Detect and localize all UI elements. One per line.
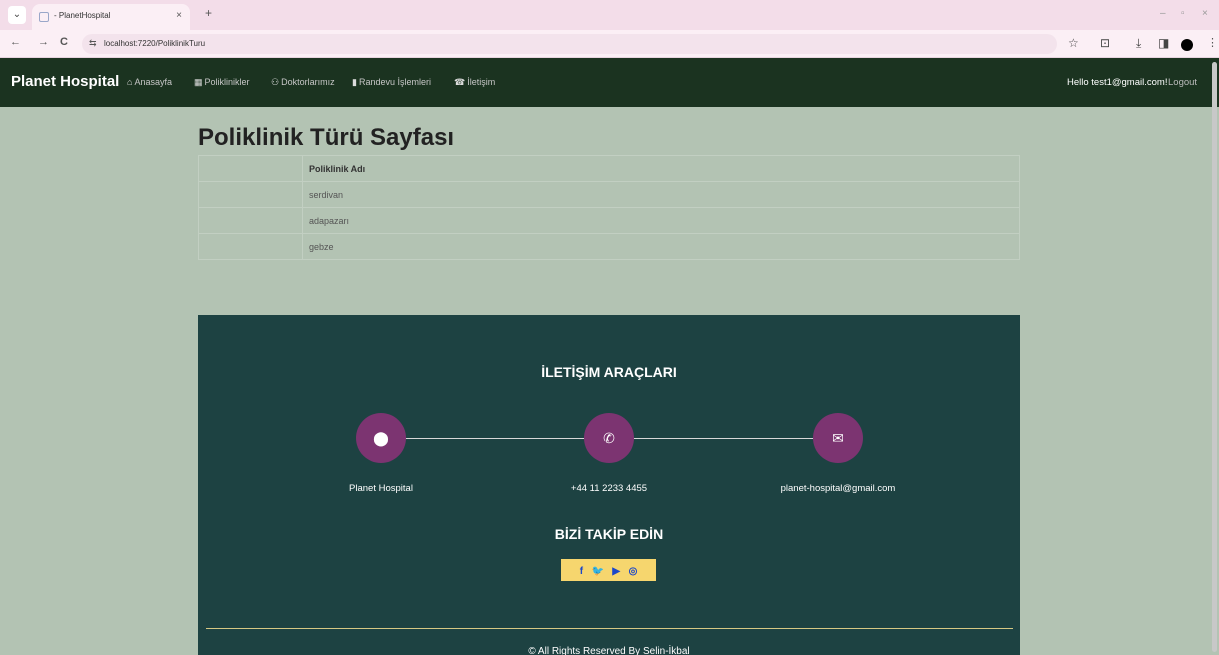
window-close-button[interactable]: × bbox=[1202, 8, 1208, 19]
phone-icon: ☎ bbox=[454, 77, 466, 87]
profile-avatar[interactable] bbox=[1181, 39, 1193, 51]
doctor-icon: ⚇ bbox=[271, 77, 280, 87]
table-cell bbox=[198, 181, 303, 208]
download-icon[interactable]: ⤓ bbox=[1136, 36, 1141, 51]
new-tab-button[interactable]: + bbox=[205, 6, 212, 20]
site-navbar: Planet Hospital ⌂ Anasayfa ▦ Poliklinikler… bbox=[0, 58, 1219, 107]
nav-label: Randevu İşlemleri bbox=[358, 77, 431, 87]
instagram-icon[interactable]: ◎ bbox=[629, 561, 638, 583]
site-footer: İLETİŞİM ARAÇLARI ⬤ ✆ ✉ Planet Hospital … bbox=[198, 315, 1020, 655]
tab-title: - PlanetHospital bbox=[54, 11, 111, 20]
extensions-icon[interactable]: ⊡ bbox=[1100, 36, 1110, 50]
tab-close-icon[interactable]: × bbox=[176, 10, 182, 21]
nav-poliklinikler[interactable]: ▦ Poliklinikler bbox=[194, 77, 250, 88]
nav-anasayfa[interactable]: ⌂ Anasayfa bbox=[127, 77, 172, 87]
table-cell-name: adapazarı bbox=[302, 207, 1020, 234]
facebook-icon[interactable]: f bbox=[580, 561, 583, 583]
restore-button[interactable]: ▫ bbox=[1181, 8, 1185, 19]
contact-address: Planet Hospital bbox=[349, 483, 413, 494]
browser-tab[interactable]: - PlanetHospital × bbox=[32, 4, 190, 30]
table-cell bbox=[198, 233, 303, 260]
brand-logo[interactable]: Planet Hospital bbox=[11, 73, 119, 90]
mail-icon: ✉ bbox=[813, 413, 863, 463]
youtube-icon[interactable]: ▶ bbox=[612, 561, 620, 583]
nav-label: Doktorlarımız bbox=[281, 77, 335, 87]
minimize-button[interactable]: – bbox=[1160, 8, 1166, 19]
back-icon[interactable]: ← bbox=[10, 36, 21, 48]
nav-label: Anasayfa bbox=[134, 77, 172, 87]
browser-tab-bar: ⌄ - PlanetHospital × + – ▫ × bbox=[0, 0, 1219, 30]
twitter-icon[interactable]: 🐦 bbox=[592, 561, 604, 583]
footer-divider bbox=[206, 628, 1013, 629]
table-header-row: Poliklinik Adı bbox=[198, 155, 1020, 182]
nav-iletisim[interactable]: ☎ İletişim bbox=[454, 77, 495, 88]
phone-icon: ✆ bbox=[584, 413, 634, 463]
table-header-cell bbox=[198, 155, 303, 182]
tab-search-button[interactable]: ⌄ bbox=[8, 6, 26, 24]
table-cell-name: gebze bbox=[302, 233, 1020, 260]
url-field[interactable]: ⇆ localhost:7220/PoliklinikTuru bbox=[82, 34, 1057, 54]
nav-label: Poliklinikler bbox=[204, 77, 250, 87]
bookmark-star-icon[interactable]: ☆ bbox=[1068, 36, 1079, 50]
table-row: serdivan bbox=[198, 181, 1020, 208]
favicon-icon bbox=[39, 12, 49, 22]
poliklinik-table: Poliklinik Adı serdivan adapazarı gebze bbox=[198, 155, 1020, 260]
table-cell-name: serdivan bbox=[302, 181, 1020, 208]
address-bar-row: ← → C ⇆ localhost:7220/PoliklinikTuru ☆ … bbox=[0, 30, 1219, 58]
location-icon: ⬤ bbox=[356, 413, 406, 463]
site-info-icon[interactable]: ⇆ bbox=[89, 38, 97, 49]
url-text[interactable]: localhost:7220/PoliklinikTuru bbox=[104, 39, 205, 48]
user-greeting: Hello test1@gmail.com! bbox=[1067, 77, 1168, 88]
contact-tools-heading: İLETİŞİM ARAÇLARI bbox=[541, 364, 677, 380]
page-scrollbar[interactable] bbox=[1212, 62, 1217, 652]
logout-link[interactable]: Logout bbox=[1168, 77, 1197, 88]
page-title: Poliklinik Türü Sayfası bbox=[198, 124, 455, 151]
nav-randevu-islemleri[interactable]: ▮ Randevu İşlemleri bbox=[352, 77, 431, 88]
nav-label: İletişim bbox=[467, 77, 496, 87]
browser-menu-icon[interactable]: ⋮ bbox=[1207, 36, 1218, 49]
home-icon: ⌂ bbox=[127, 77, 133, 87]
social-links: f 🐦 ▶ ◎ bbox=[561, 559, 656, 581]
building-icon: ▦ bbox=[194, 77, 203, 87]
table-row: gebze bbox=[198, 233, 1020, 260]
forward-icon[interactable]: → bbox=[38, 36, 49, 48]
reload-icon[interactable]: C bbox=[60, 36, 68, 48]
contact-phone: +44 11 2233 4455 bbox=[570, 483, 648, 494]
follow-us-heading: BİZİ TAKİP EDİN bbox=[554, 526, 664, 542]
side-panel-icon[interactable]: ◨ bbox=[1158, 36, 1169, 50]
column-header-poliklinik-adi: Poliklinik Adı bbox=[302, 155, 1020, 182]
table-cell bbox=[198, 207, 303, 234]
copyright-text: © All Rights Reserved By Selin-İkbal bbox=[528, 646, 690, 655]
calendar-icon: ▮ bbox=[352, 77, 357, 87]
table-row: adapazarı bbox=[198, 207, 1020, 234]
nav-doktorlarimiz[interactable]: ⚇ Doktorlarımız bbox=[271, 77, 335, 88]
contact-email: planet-hospital@gmail.com bbox=[780, 483, 896, 494]
